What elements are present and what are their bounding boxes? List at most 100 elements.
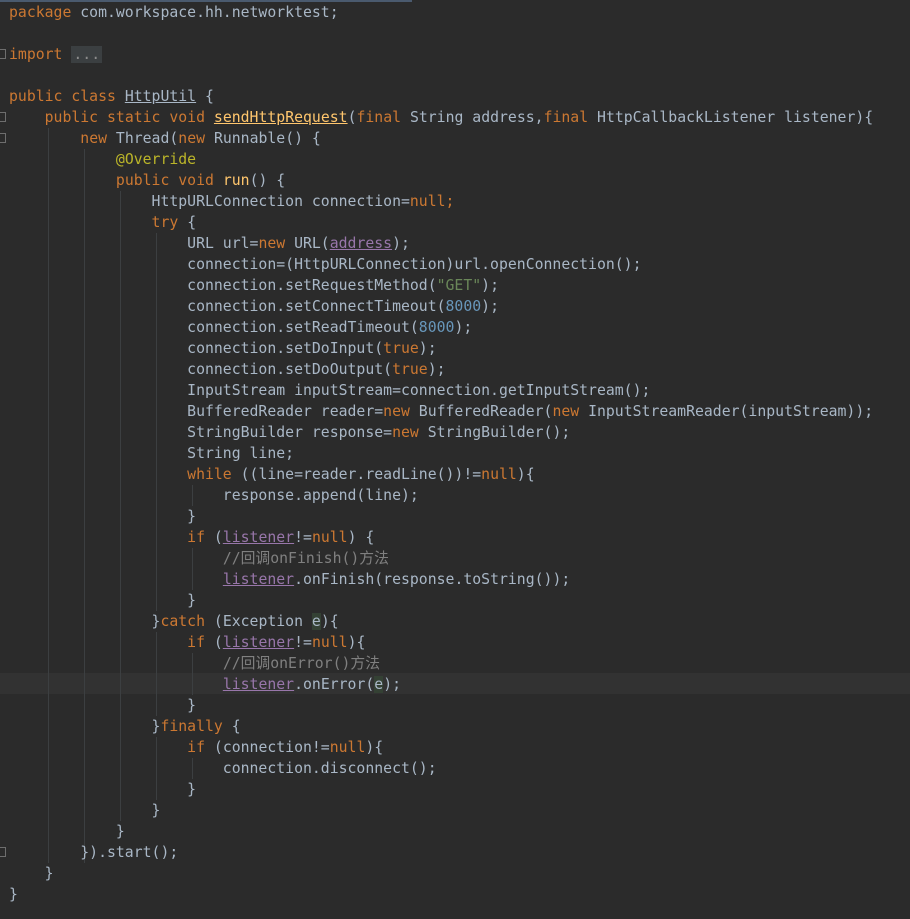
code-line-text: connection.setReadTimeout(8000); (9, 317, 472, 338)
plain-token: ){ (320, 613, 339, 630)
fold-marker-icon[interactable] (0, 847, 6, 857)
plain-token: com.workspace.hh.networktest; (71, 4, 339, 21)
plain-token: connection=(HttpURLConnection)url.openCo… (9, 256, 642, 273)
code-line[interactable]: connection.setDoOutput(true); (0, 359, 910, 380)
code-line[interactable]: if (listener!=null) { (0, 527, 910, 548)
code-line[interactable]: StringBuilder response=new StringBuilder… (0, 422, 910, 443)
code-line-text: BufferedReader reader=new BufferedReader… (9, 401, 873, 422)
code-line[interactable]: connection.disconnect(); (0, 758, 910, 779)
code-line-text: connection.setConnectTimeout(8000); (9, 296, 499, 317)
code-line[interactable]: } (0, 590, 910, 611)
code-line[interactable]: //回调onError()方法 (0, 653, 910, 674)
code-line[interactable]: public class HttpUtil { (0, 86, 910, 107)
plain-token: ); (481, 298, 499, 315)
plain-token: } (9, 886, 18, 903)
code-line[interactable]: HttpURLConnection connection=null; (0, 191, 910, 212)
code-line[interactable]: } (0, 800, 910, 821)
code-line[interactable]: }finally { (0, 716, 910, 737)
plain-token: ((line=reader.readLine())!= (231, 466, 482, 483)
code-line[interactable]: } (0, 863, 910, 884)
kw-token: null (311, 529, 348, 546)
code-line[interactable]: BufferedReader reader=new BufferedReader… (0, 401, 910, 422)
code-line[interactable]: @Override (0, 149, 910, 170)
kw-token: null; (409, 193, 455, 210)
code-line[interactable]: while ((line=reader.readLine())!=null){ (0, 464, 910, 485)
code-line[interactable]: connection.setConnectTimeout(8000); (0, 296, 910, 317)
fold-marker-icon[interactable] (0, 112, 6, 122)
plain-token: } (9, 592, 197, 609)
code-line-text: } (9, 779, 196, 800)
fn-token: run (222, 172, 250, 189)
plain-token: ); (454, 319, 473, 336)
code-line[interactable] (0, 23, 910, 44)
kw-token: public void (115, 172, 214, 189)
kw-token: package (9, 4, 72, 21)
param-token: e (311, 613, 321, 630)
code-line-text: listener.onError(e); (9, 674, 401, 695)
kw-token: null (329, 739, 366, 756)
code-line-text: } (9, 590, 196, 611)
plain-token: }).start(); (9, 844, 179, 861)
code-line-text: //回调onError()方法 (9, 653, 380, 674)
plain-token: () { (249, 172, 286, 189)
field-token: listener (222, 571, 295, 588)
plain-token: ); (418, 340, 437, 357)
code-line[interactable]: connection.setRequestMethod("GET"); (0, 275, 910, 296)
field-token: address (329, 235, 393, 252)
code-line[interactable]: new Thread(new Runnable() { (0, 128, 910, 149)
code-line[interactable]: package com.workspace.hh.networktest; (0, 2, 910, 23)
code-area[interactable]: package com.workspace.hh.networktest; imp… (0, 2, 910, 905)
method-name-token: sendHttpRequest (213, 109, 348, 126)
code-editor[interactable]: package com.workspace.hh.networktest; imp… (0, 0, 910, 919)
fold-marker-icon[interactable] (0, 133, 6, 143)
plain-token: .onFinish(response.toString()); (294, 571, 571, 588)
code-line[interactable] (0, 65, 910, 86)
code-line[interactable]: response.append(line); (0, 485, 910, 506)
code-line-text: while ((line=reader.readLine())!=null){ (9, 464, 534, 485)
plain-token: Thread( (107, 130, 179, 147)
code-line-text: //回调onFinish()方法 (9, 548, 389, 569)
plain-token: connection.setDoInput( (9, 340, 384, 357)
code-line[interactable]: try { (0, 212, 910, 233)
code-line[interactable]: String line; (0, 443, 910, 464)
code-line[interactable]: } (0, 695, 910, 716)
plain-token: ( (205, 634, 223, 651)
code-line-text: } (9, 506, 196, 527)
plain-token: ( (205, 529, 223, 546)
code-line[interactable]: } (0, 779, 910, 800)
plain-token: { (196, 88, 214, 105)
code-line[interactable]: listener.onError(e); (0, 674, 910, 695)
code-line-text: if (listener!=null) { (9, 527, 374, 548)
code-line[interactable]: connection.setDoInput(true); (0, 338, 910, 359)
plain-token: response.append(line); (9, 487, 419, 504)
cmt-token: //回调onError()方法 (222, 655, 380, 672)
code-line[interactable]: } (0, 821, 910, 842)
kw-token: final (356, 109, 402, 126)
code-line[interactable]: if (connection!=null){ (0, 737, 910, 758)
code-line[interactable]: URL url=new URL(address); (0, 233, 910, 254)
plain-token: connection.setConnectTimeout( (9, 298, 446, 315)
field-token: listener (222, 634, 295, 651)
code-line[interactable]: }).start(); (0, 842, 910, 863)
plain-token: connection.setDoOutput( (9, 361, 393, 378)
code-line[interactable]: if (listener!=null){ (0, 632, 910, 653)
code-line[interactable]: public void run() { (0, 170, 910, 191)
code-line[interactable]: }catch (Exception e){ (0, 611, 910, 632)
code-line[interactable]: } (0, 884, 910, 905)
code-line[interactable]: connection.setReadTimeout(8000); (0, 317, 910, 338)
plain-token: BufferedReader( (409, 403, 553, 420)
code-line-text: } (9, 821, 125, 842)
code-line[interactable]: } (0, 506, 910, 527)
code-line[interactable]: listener.onFinish(response.toString()); (0, 569, 910, 590)
code-line[interactable]: connection=(HttpURLConnection)url.openCo… (0, 254, 910, 275)
code-line[interactable]: InputStream inputStream=connection.getIn… (0, 380, 910, 401)
fold-marker-icon[interactable] (0, 49, 6, 59)
code-line-text: } (9, 800, 161, 821)
code-line[interactable]: //回调onFinish()方法 (0, 548, 910, 569)
code-line[interactable]: public static void sendHttpRequest(final… (0, 107, 910, 128)
class-name-token: HttpUtil (124, 88, 197, 105)
code-line[interactable]: import ... (0, 44, 910, 65)
